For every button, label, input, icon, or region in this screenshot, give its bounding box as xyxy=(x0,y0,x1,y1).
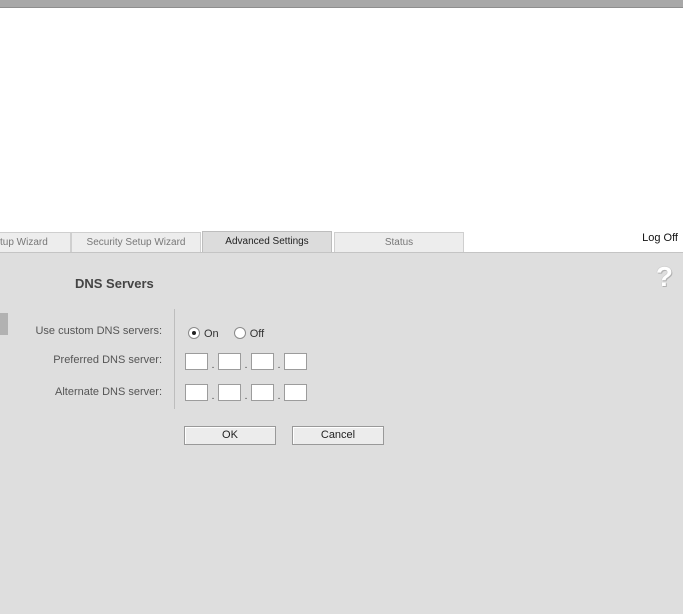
page-title: DNS Servers xyxy=(75,276,154,291)
logoff-link[interactable]: Log Off xyxy=(642,232,678,244)
alternate-dns-octet-4[interactable] xyxy=(284,384,307,402)
preferred-dns-octet-3[interactable] xyxy=(251,353,274,371)
cancel-button[interactable]: Cancel xyxy=(292,426,384,445)
preferred-dns-label: Preferred DNS server: xyxy=(53,354,162,366)
alternate-dns-field: ... xyxy=(185,384,307,402)
preferred-dns-octet-2[interactable] xyxy=(218,353,241,371)
alternate-dns-octet-3[interactable] xyxy=(251,384,274,402)
tab-security-setup-wizard[interactable]: Security Setup Wizard xyxy=(71,232,201,252)
custom-dns-radio-group: On Off xyxy=(188,327,276,340)
alternate-dns-label: Alternate DNS server: xyxy=(55,386,162,398)
use-custom-dns-label: Use custom DNS servers: xyxy=(35,325,162,337)
tab-advanced-settings[interactable]: Advanced Settings xyxy=(202,231,332,253)
radio-off[interactable] xyxy=(233,327,246,339)
ok-button[interactable]: OK xyxy=(184,426,276,445)
alternate-dns-octet-2[interactable] xyxy=(218,384,241,402)
settings-panel: DNS Servers ? Use custom DNS servers: On… xyxy=(0,252,683,614)
tab-setup-wizard[interactable]: tup Wizard xyxy=(0,232,71,252)
form-divider xyxy=(174,309,175,409)
side-nav-marker xyxy=(0,313,8,335)
radio-on-label: On xyxy=(204,328,219,340)
preferred-dns-octet-1[interactable] xyxy=(185,353,208,371)
radio-on[interactable] xyxy=(188,327,200,339)
radio-off-label: Off xyxy=(249,328,265,340)
help-icon[interactable]: ? xyxy=(656,263,673,291)
preferred-dns-field: ... xyxy=(185,353,307,371)
top-bar xyxy=(0,0,683,8)
alternate-dns-octet-1[interactable] xyxy=(185,384,208,402)
preferred-dns-octet-4[interactable] xyxy=(284,353,307,371)
tab-status[interactable]: Status xyxy=(334,232,464,252)
